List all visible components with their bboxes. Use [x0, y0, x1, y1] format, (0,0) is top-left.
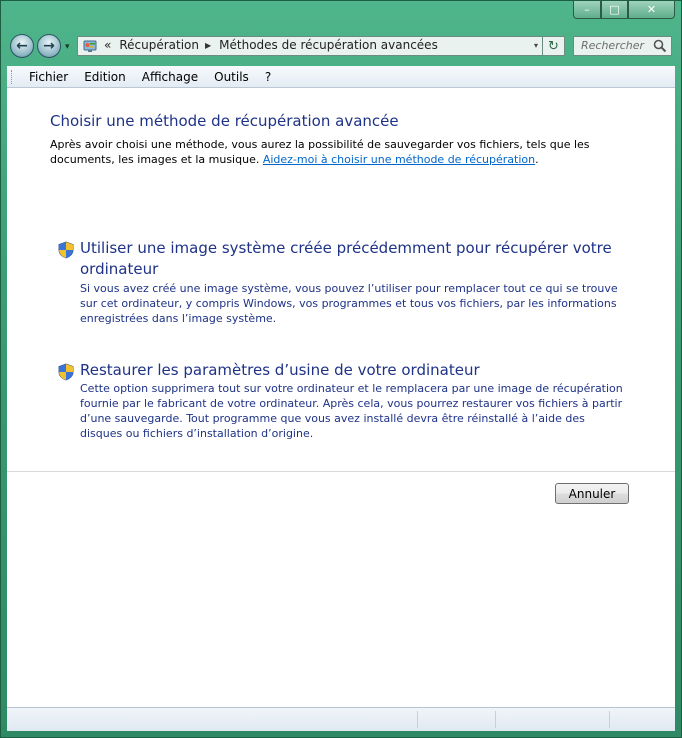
- menu-item-affichage[interactable]: Affichage: [134, 70, 206, 84]
- menu-grip: [11, 69, 15, 84]
- option-description: Cette option supprimera tout sur votre o…: [80, 382, 623, 440]
- menu-item-outils[interactable]: Outils: [206, 70, 257, 84]
- content-pane: Choisir une méthode de récupération avan…: [7, 88, 675, 707]
- close-icon: ✕: [646, 3, 657, 16]
- option-title[interactable]: Utiliser une image système créée précéde…: [80, 238, 620, 280]
- uac-shield-icon: [58, 241, 74, 259]
- search-icon: [653, 39, 667, 53]
- minimize-button[interactable]: –: [573, 1, 601, 19]
- option-title[interactable]: Restaurer les paramètres d’usine de votr…: [80, 360, 620, 381]
- back-arrow-icon: ←: [16, 38, 28, 54]
- address-dropdown-icon[interactable]: ▾: [534, 41, 538, 50]
- uac-shield-icon: [58, 363, 74, 381]
- breadcrumb-overflow[interactable]: «: [104, 38, 111, 52]
- navigation-bar: ← → ▾ « Récupération ▶ Méthodes de récup…: [1, 31, 681, 63]
- breadcrumb: « Récupération ▶ Méthodes de récupératio…: [104, 38, 438, 52]
- close-button[interactable]: ✕: [628, 1, 675, 19]
- status-cell-divider: [417, 711, 418, 728]
- intro-period: .: [535, 153, 539, 166]
- forward-button[interactable]: →: [37, 34, 61, 58]
- menu-item-fichier[interactable]: Fichier: [21, 70, 76, 84]
- window-controls: – □ ✕: [573, 1, 675, 19]
- address-bar[interactable]: « Récupération ▶ Méthodes de récupératio…: [77, 36, 543, 56]
- help-link[interactable]: Aidez-moi à choisir une méthode de récup…: [263, 153, 535, 166]
- status-cell-divider: [609, 711, 610, 728]
- status-cell-divider: [495, 711, 496, 728]
- recent-pages-dropdown[interactable]: ▾: [65, 42, 70, 52]
- intro-text: Après avoir choisi une méthode, vous aur…: [50, 137, 640, 167]
- menu-bar: Fichier Edition Affichage Outils ?: [7, 66, 675, 88]
- refresh-button[interactable]: ↻: [543, 36, 565, 56]
- minimize-icon: –: [584, 3, 590, 16]
- maximize-button[interactable]: □: [601, 1, 628, 19]
- back-button[interactable]: ←: [10, 34, 34, 58]
- option-description: Si vous avez créé une image système, vou…: [80, 282, 618, 325]
- breadcrumb-item-recovery[interactable]: Récupération: [119, 38, 199, 52]
- menu-item-edition[interactable]: Edition: [76, 70, 134, 84]
- cancel-button[interactable]: Annuler: [555, 483, 629, 504]
- breadcrumb-separator-icon[interactable]: ▶: [205, 41, 211, 50]
- page-title: Choisir une méthode de récupération avan…: [50, 112, 399, 130]
- forward-arrow-icon: →: [43, 38, 55, 54]
- maximize-icon: □: [609, 3, 620, 16]
- breadcrumb-item-advanced-methods[interactable]: Méthodes de récupération avancées: [219, 38, 438, 52]
- title-bar[interactable]: – □ ✕: [1, 1, 681, 31]
- control-panel-icon: [83, 40, 97, 52]
- divider: [7, 471, 675, 472]
- refresh-icon: ↻: [548, 38, 559, 54]
- window: – □ ✕ ← → ▾ « Récupération ▶ Méthodes de…: [0, 0, 682, 738]
- status-bar: [7, 707, 675, 731]
- menu-item-help[interactable]: ?: [257, 70, 279, 84]
- search-input[interactable]: Rechercher: [573, 36, 672, 56]
- search-placeholder: Rechercher: [581, 39, 645, 52]
